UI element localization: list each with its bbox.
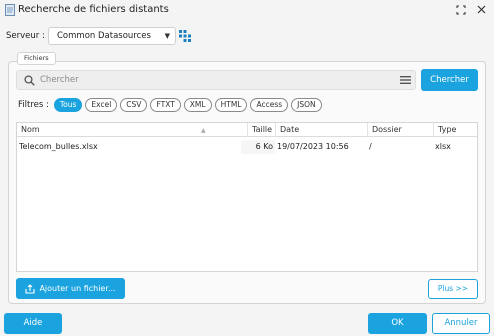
column-header-folder[interactable]: Dossier bbox=[367, 123, 433, 137]
table-header: Nom ▲ Taille Date Dossier Type bbox=[17, 123, 477, 137]
more-button[interactable]: Plus >> bbox=[428, 279, 478, 299]
column-header-type[interactable]: Type bbox=[433, 123, 477, 137]
window-title: Recherche de fichiers distants bbox=[18, 4, 169, 15]
search-button[interactable]: Chercher bbox=[421, 69, 478, 91]
server-select[interactable]: Common Datasources ▼ bbox=[48, 27, 176, 45]
add-file-button[interactable]: Ajouter un fichier... bbox=[16, 278, 125, 299]
cell-name: Telecom_bulles.xlsx bbox=[19, 142, 98, 151]
document-icon bbox=[5, 4, 15, 16]
filter-chip-html[interactable]: HTML bbox=[214, 98, 248, 112]
filter-chip-access[interactable]: Access bbox=[250, 98, 289, 112]
server-label: Serveur : bbox=[6, 31, 45, 41]
server-select-value: Common Datasources bbox=[57, 31, 151, 41]
add-file-label: Ajouter un fichier... bbox=[39, 284, 116, 293]
filter-chip-xml[interactable]: XML bbox=[183, 98, 212, 112]
search-icon bbox=[24, 75, 35, 86]
hamburger-menu-icon[interactable] bbox=[400, 75, 411, 85]
column-header-name[interactable]: Nom bbox=[17, 123, 241, 137]
cell-size: 6 Ko bbox=[241, 140, 275, 154]
files-group-legend: Fichiers bbox=[17, 52, 56, 65]
filter-chip-json[interactable]: JSON bbox=[291, 98, 322, 112]
help-button[interactable]: Aide bbox=[4, 313, 62, 334]
cell-date: 19/07/2023 10:56 bbox=[277, 142, 349, 151]
search-placeholder: Chercher bbox=[40, 75, 79, 85]
ok-button[interactable]: OK bbox=[368, 313, 427, 334]
sort-ascending-icon: ▲ bbox=[201, 127, 206, 134]
table-row[interactable]: Telecom_bulles.xlsx 6 Ko 19/07/2023 10:5… bbox=[17, 140, 477, 154]
filters-label: Filtres : bbox=[18, 100, 49, 110]
title-bar: Recherche de fichiers distants bbox=[0, 0, 494, 22]
cancel-button[interactable]: Annuler bbox=[432, 313, 490, 334]
filters-row: Filtres : Tous Excel CSV FTXT XML HTML A… bbox=[18, 97, 325, 113]
maximize-icon[interactable] bbox=[454, 3, 468, 17]
search-input[interactable]: Chercher bbox=[16, 70, 416, 90]
tree-structure-icon[interactable] bbox=[179, 30, 191, 42]
column-header-size[interactable]: Taille bbox=[247, 123, 275, 137]
cell-folder: / bbox=[369, 142, 372, 151]
close-icon[interactable] bbox=[474, 3, 488, 17]
filter-chip-ftxt[interactable]: FTXT bbox=[150, 98, 181, 112]
files-table: Nom ▲ Taille Date Dossier Type Telecom_b… bbox=[16, 122, 478, 272]
server-row: Serveur : Common Datasources ▼ bbox=[6, 27, 191, 45]
filter-chip-excel[interactable]: Excel bbox=[85, 98, 118, 112]
column-header-date[interactable]: Date bbox=[275, 123, 367, 137]
chevron-down-icon: ▼ bbox=[164, 32, 170, 40]
filter-chip-tous[interactable]: Tous bbox=[53, 98, 83, 112]
upload-icon bbox=[25, 283, 36, 294]
cell-type: xlsx bbox=[435, 142, 451, 151]
filter-chip-csv[interactable]: CSV bbox=[120, 98, 148, 112]
